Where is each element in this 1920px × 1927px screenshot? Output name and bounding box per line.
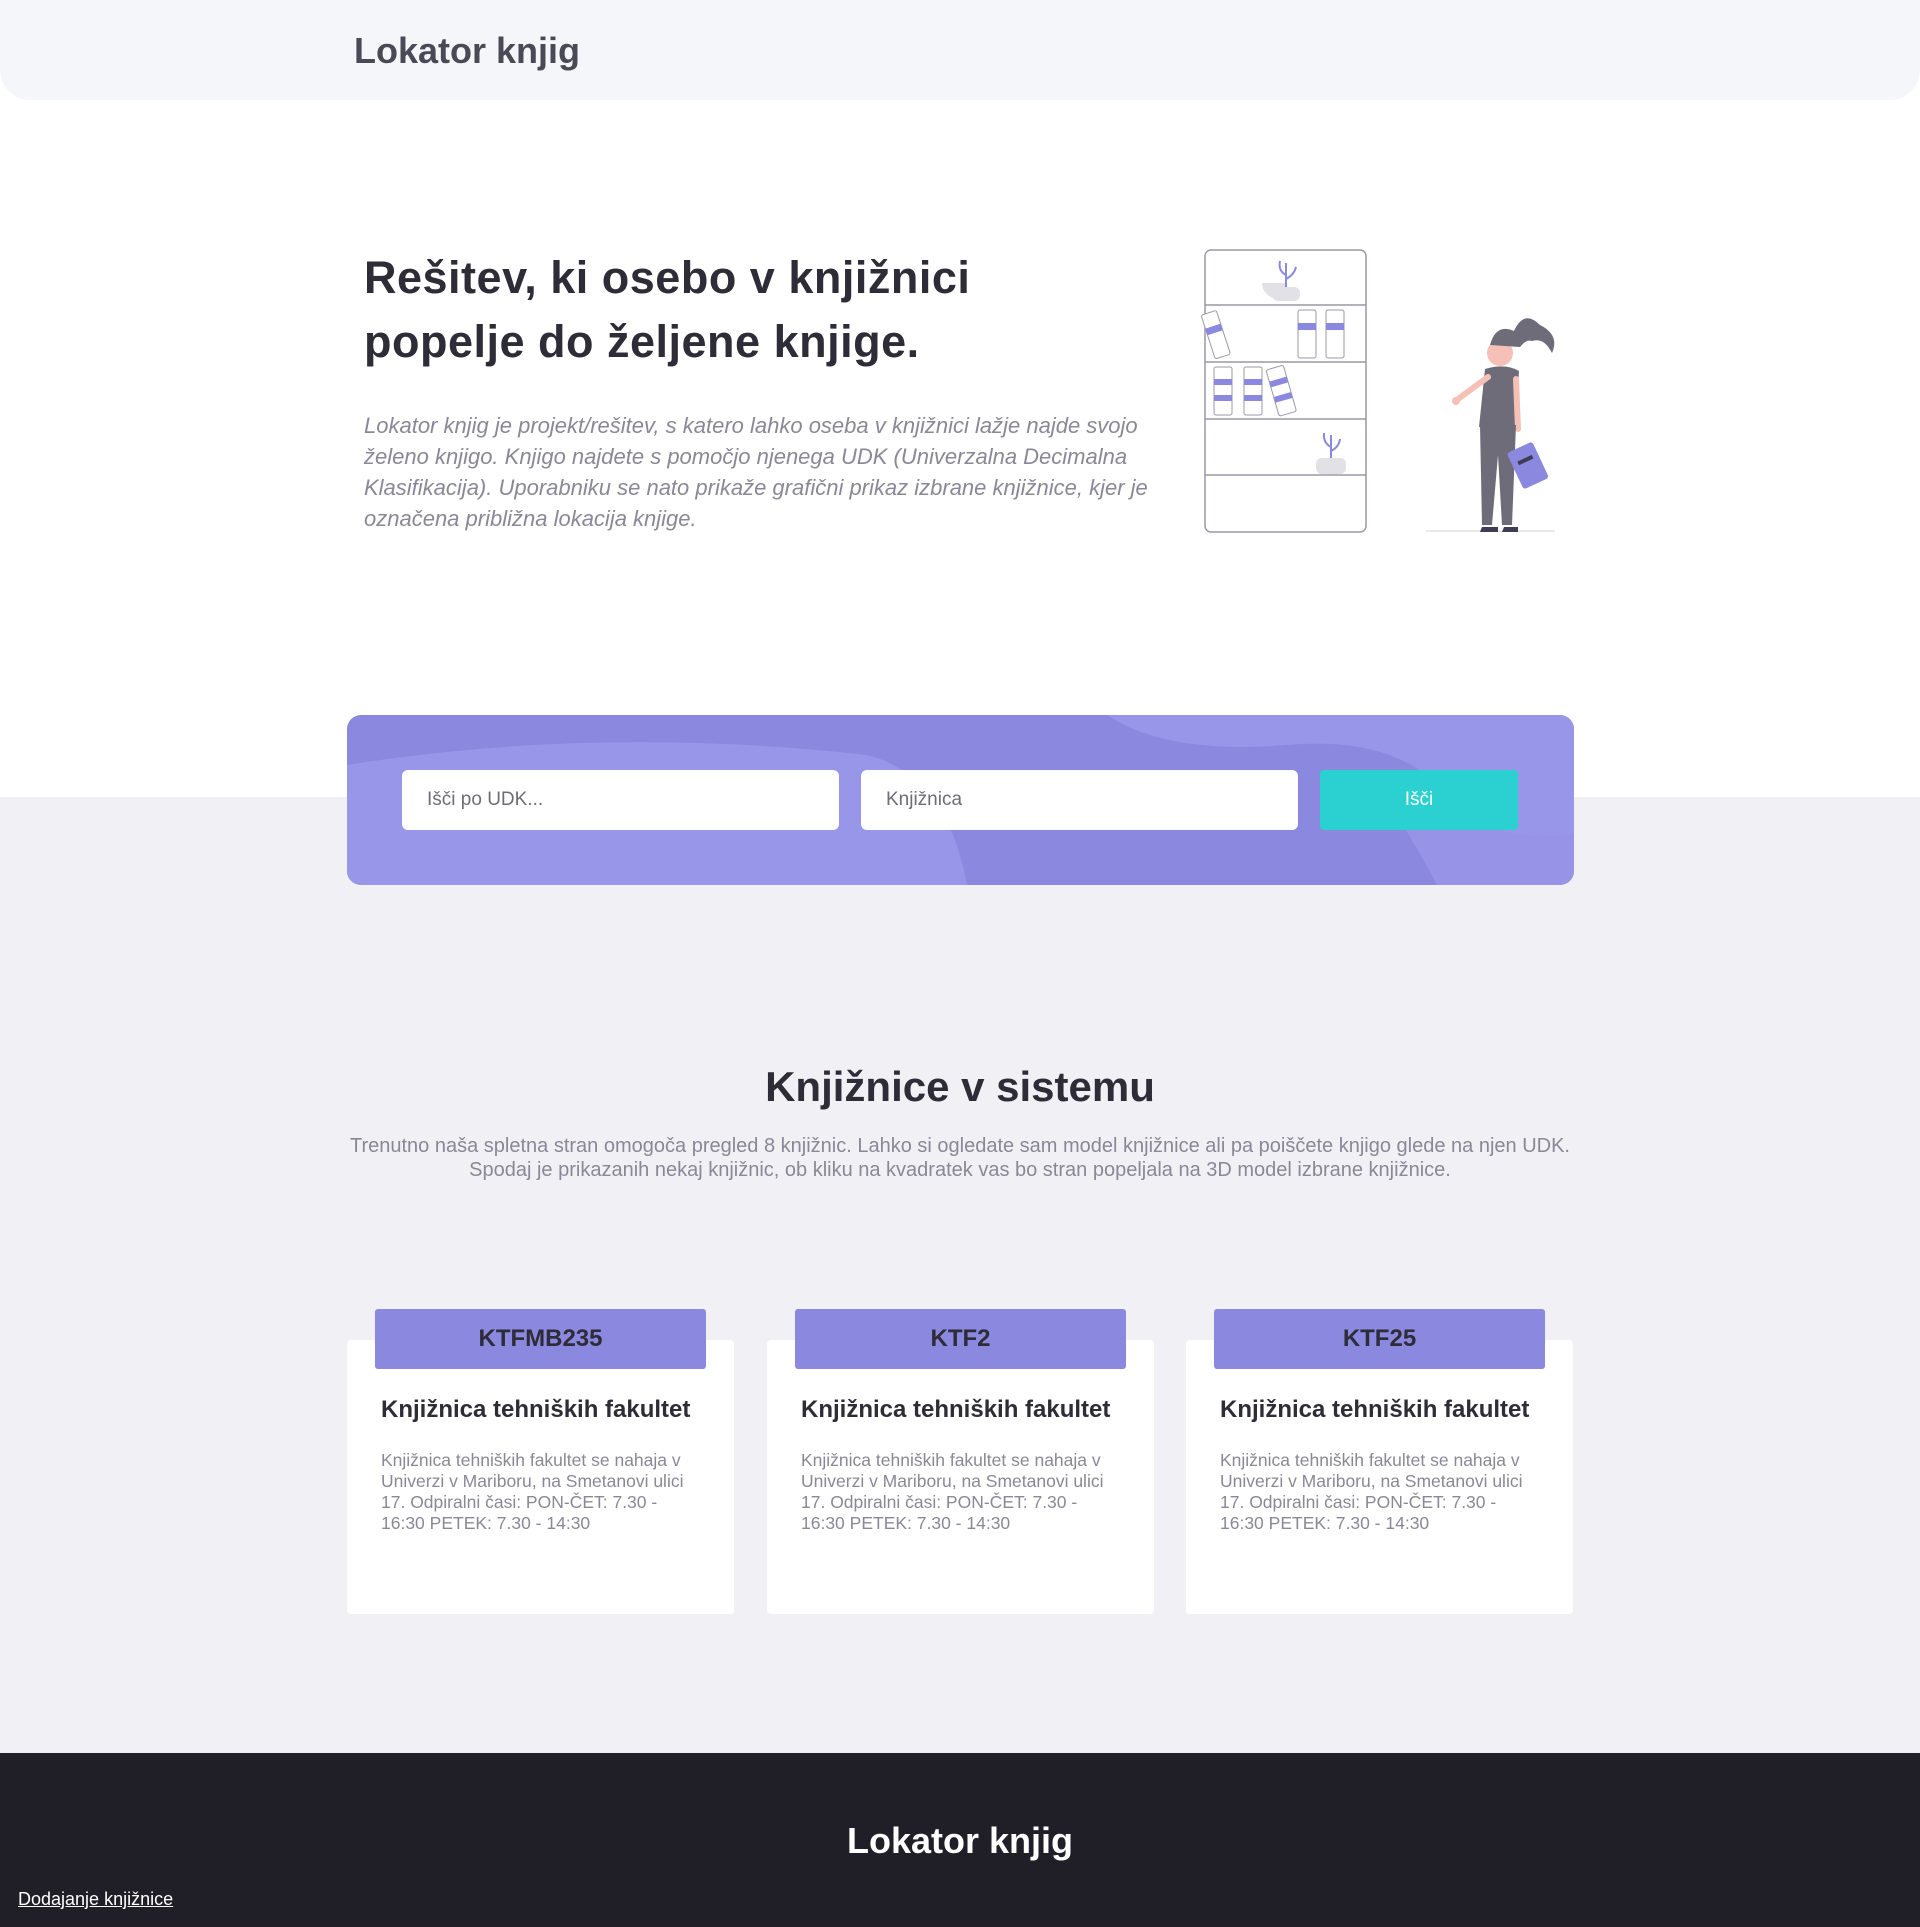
library-card-text: Knjižnica tehniških fakultet se nahaja v… [381, 1450, 684, 1533]
library-search-input[interactable] [861, 770, 1298, 830]
search-button[interactable]: Išči [1320, 770, 1518, 830]
library-card-title: Knjižnica tehniških fakultet [381, 1396, 691, 1423]
library-card-text: Knjižnica tehniških fakultet se nahaja v… [801, 1450, 1104, 1533]
udk-search-input[interactable] [402, 770, 839, 830]
library-card-code[interactable]: KTF25 [1214, 1309, 1545, 1369]
woman-with-bookshelf-illustration [1201, 249, 1555, 533]
site-footer: Lokator knjig Dodajanje knjižnice [0, 1753, 1920, 1927]
library-card[interactable]: Knjižnica tehniških fakultet Knjižnica t… [1186, 1340, 1573, 1614]
library-card[interactable]: Knjižnica tehniških fakultet Knjižnica t… [767, 1340, 1154, 1614]
library-card-code[interactable]: KTF2 [795, 1309, 1126, 1369]
libraries-section-description: Trenutno naša spletna stran omogoča preg… [350, 1135, 1570, 1181]
libraries-section-title: Knjižnice v sistemu [765, 1063, 1155, 1110]
site-header: Lokator knjig [0, 0, 1920, 100]
search-panel: Išči [347, 715, 1574, 885]
site-logo[interactable]: Lokator knjig [354, 30, 580, 72]
library-card[interactable]: Knjižnica tehniških fakultet Knjižnica t… [347, 1340, 734, 1614]
footer-logo: Lokator knjig [846, 1820, 1074, 1861]
add-library-link[interactable]: Dodajanje knjižnice [18, 1889, 173, 1910]
hero-title: Rešitev, ki osebo v knjižnici popelje do… [364, 252, 971, 367]
library-card-title: Knjižnica tehniških fakultet [801, 1396, 1111, 1423]
library-card-title: Knjižnica tehniških fakultet [1220, 1396, 1530, 1423]
library-card-text: Knjižnica tehniških fakultet se nahaja v… [1220, 1450, 1523, 1533]
library-card-code[interactable]: KTFMB235 [375, 1309, 706, 1369]
hero-description: Lokator knjig je projekt/rešitev, s kate… [364, 413, 1148, 531]
